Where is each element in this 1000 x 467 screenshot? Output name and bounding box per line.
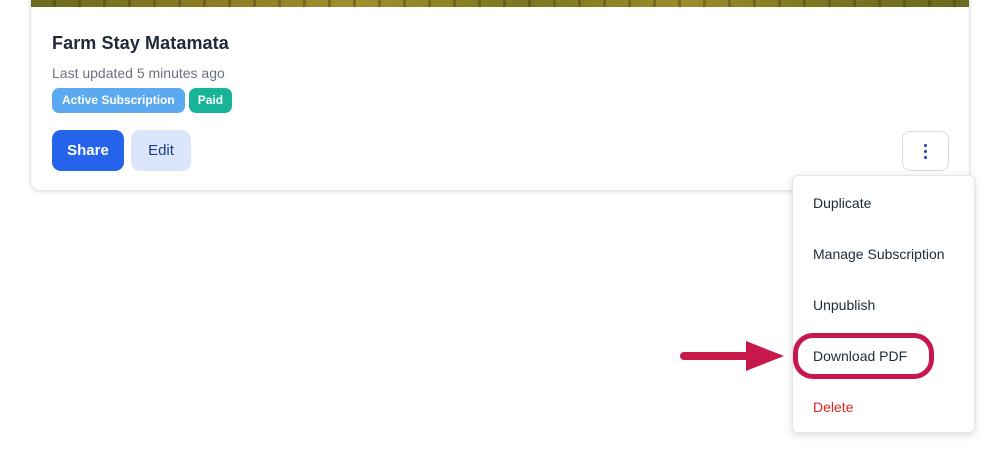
menu-item-duplicate[interactable]: Duplicate xyxy=(813,195,871,211)
property-cover-image xyxy=(31,0,969,7)
page: Farm Stay Matamata Last updated 5 minute… xyxy=(0,0,1000,467)
annotation-arrow-icon xyxy=(680,341,784,371)
more-options-menu: Duplicate Manage Subscription Unpublish … xyxy=(792,175,975,433)
menu-item-manage-subscription[interactable]: Manage Subscription xyxy=(813,246,945,262)
payment-status-badge: Paid xyxy=(188,88,233,113)
subscription-status-badge: Active Subscription xyxy=(52,88,185,113)
share-button[interactable]: Share xyxy=(52,130,124,171)
menu-item-delete[interactable]: Delete xyxy=(813,399,853,415)
status-badges: Active Subscription Paid xyxy=(52,88,233,113)
kebab-vertical-icon xyxy=(924,143,927,159)
more-options-button[interactable] xyxy=(902,131,949,171)
edit-button[interactable]: Edit xyxy=(131,130,191,171)
property-title: Farm Stay Matamata xyxy=(52,33,229,53)
menu-item-unpublish[interactable]: Unpublish xyxy=(813,297,875,313)
annotation-highlight-ring xyxy=(793,333,934,379)
last-updated-text: Last updated 5 minutes ago xyxy=(52,65,225,81)
property-card: Farm Stay Matamata Last updated 5 minute… xyxy=(30,0,970,191)
